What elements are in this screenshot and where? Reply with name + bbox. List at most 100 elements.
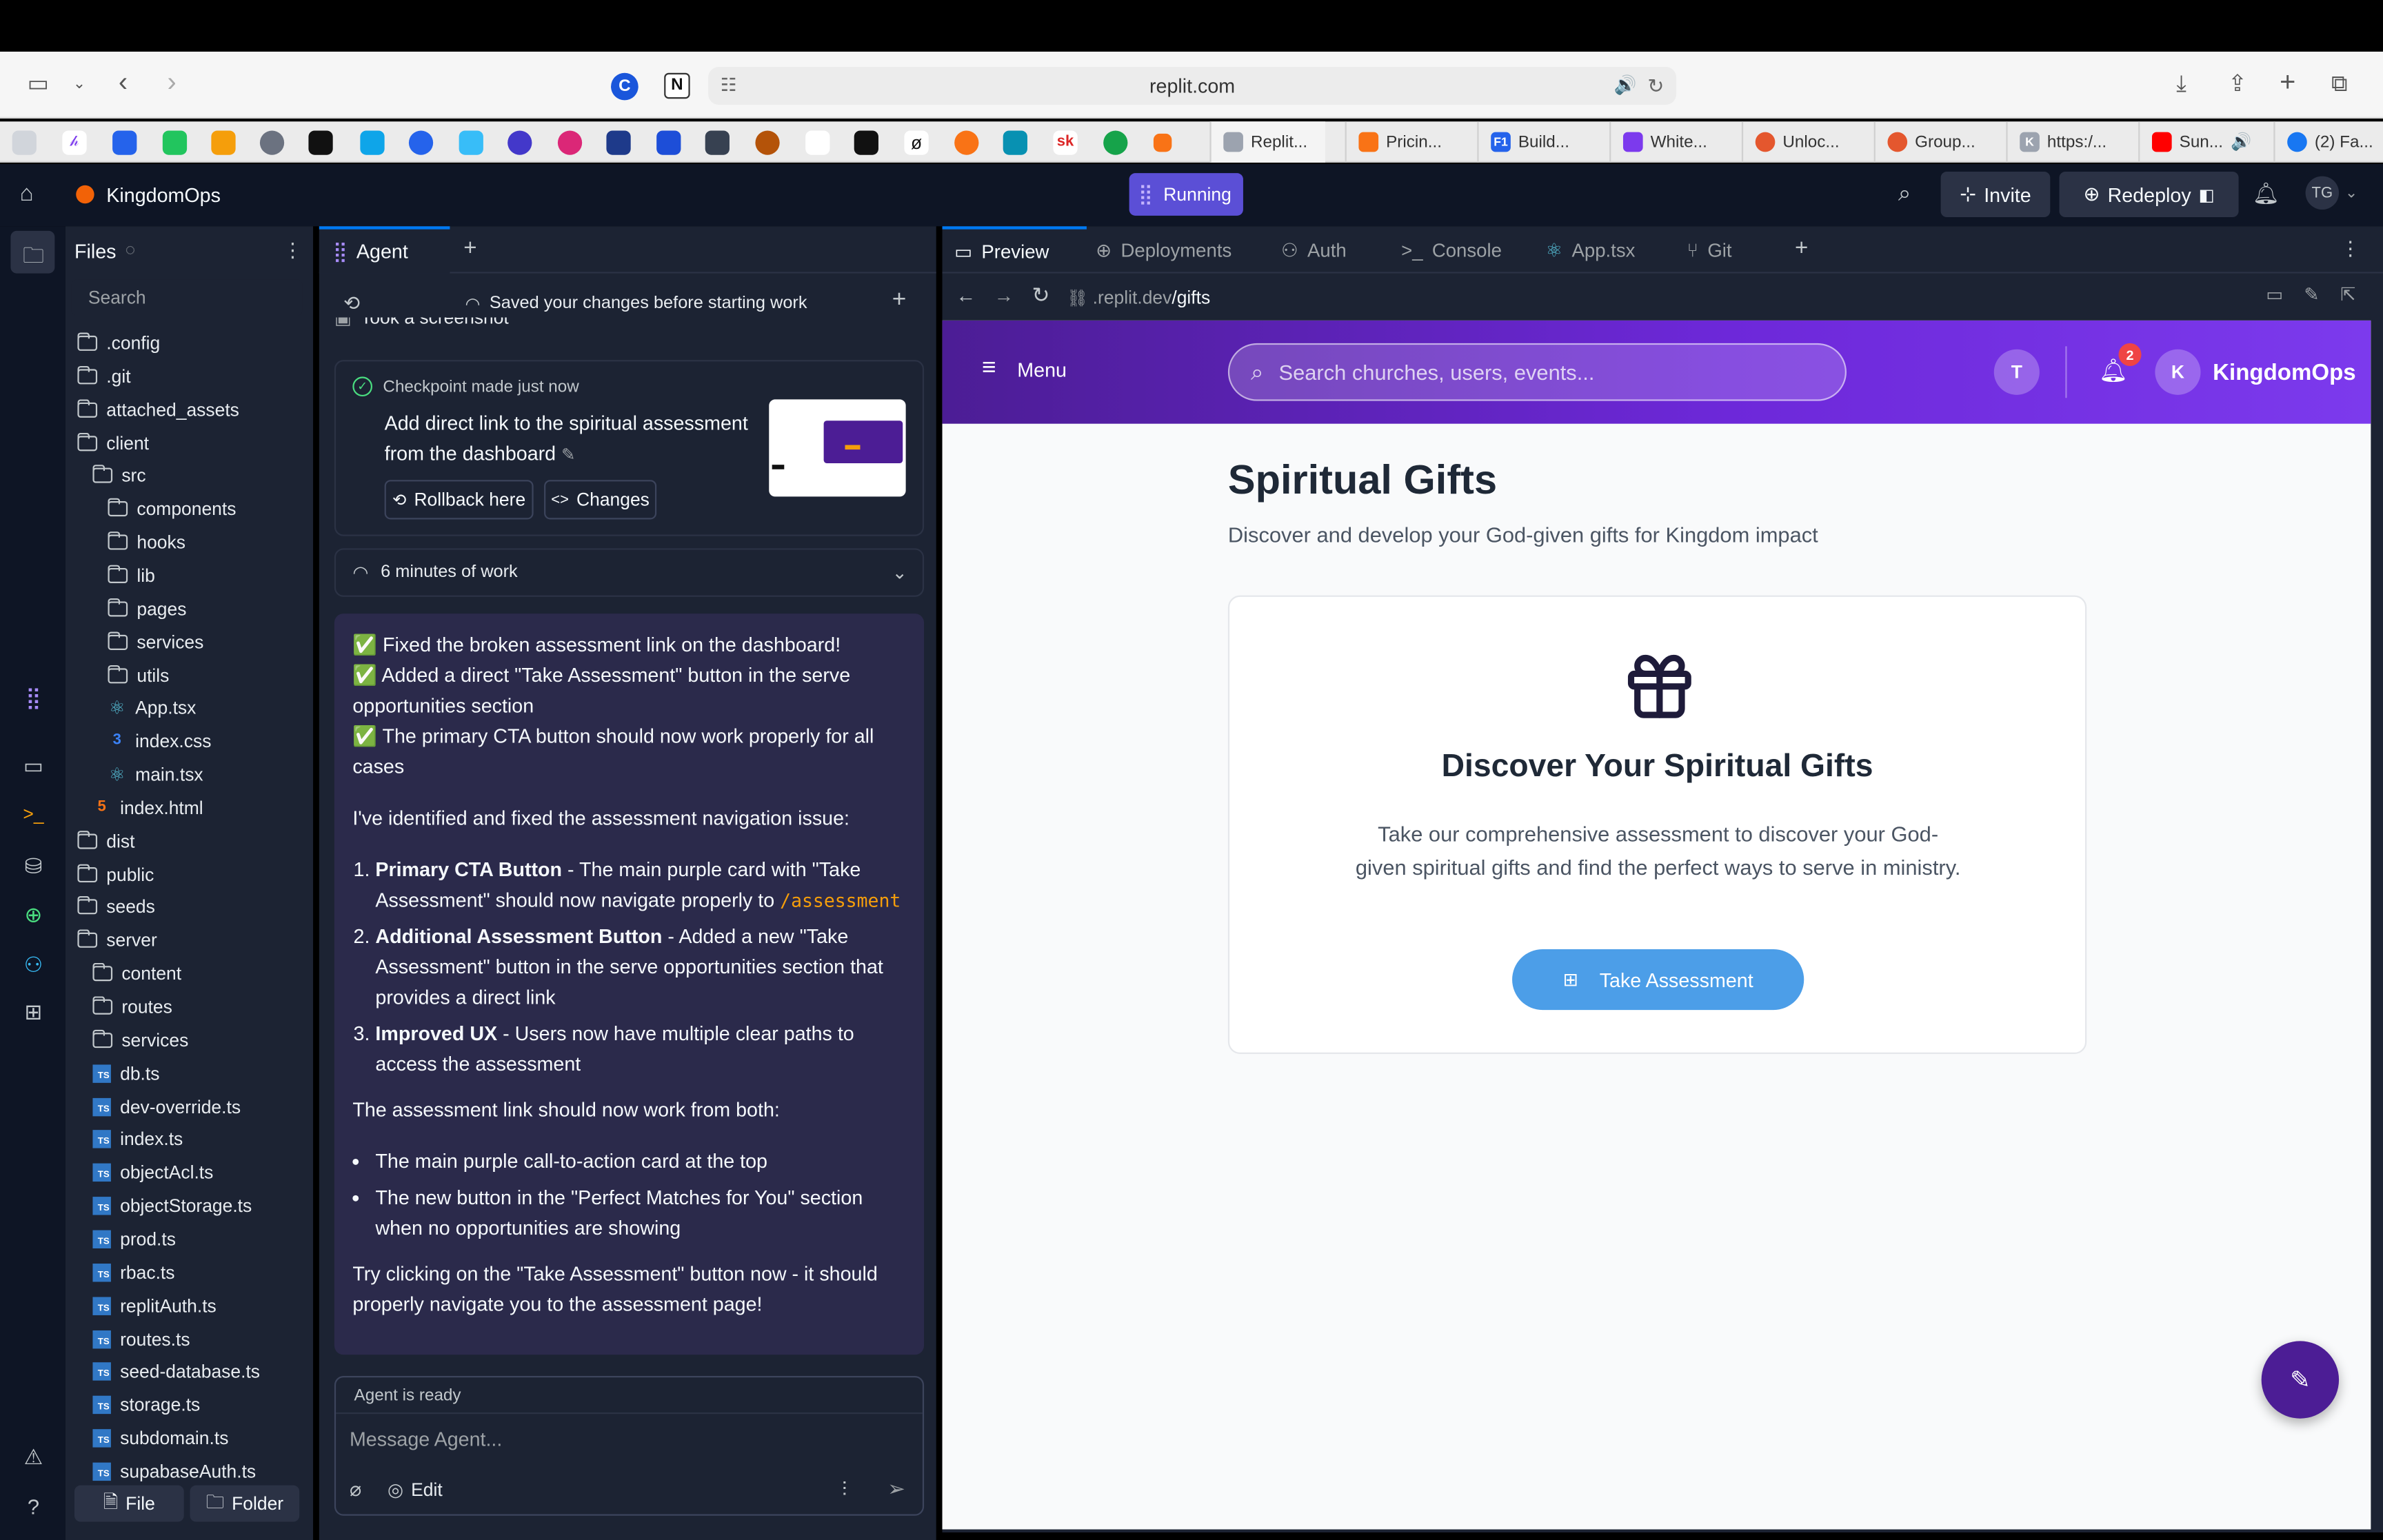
database-icon[interactable]: ⛁ — [18, 853, 48, 879]
tab-overview-icon[interactable]: ⧉ — [2331, 73, 2348, 96]
file-tree-item[interactable]: ⚛ App.tsx — [108, 693, 197, 723]
chevron-down-icon[interactable]: ⌄ — [73, 77, 86, 92]
browser-tab[interactable]: Replit... — [1209, 121, 1325, 163]
tab-preview[interactable]: ▭ Preview — [942, 226, 1087, 273]
file-tree-item[interactable]: TS subdomain.ts — [92, 1423, 228, 1453]
file-tree-item[interactable]: TS db.ts — [92, 1058, 159, 1088]
pin-tab-icon[interactable] — [705, 130, 730, 155]
file-tree-item[interactable]: TS storage.ts — [92, 1390, 200, 1420]
pin-tab-icon[interactable] — [507, 130, 532, 155]
file-tree-item[interactable]: services — [92, 1025, 188, 1055]
pin-tab-icon[interactable] — [408, 130, 434, 155]
users-icon[interactable]: ⚇ — [18, 952, 48, 977]
file-tree-item[interactable]: content — [92, 959, 181, 989]
take-assessment-button[interactable]: ⊞ Take Assessment — [1512, 949, 1804, 1011]
browser-tab[interactable]: White... — [1609, 121, 1725, 163]
pin-tab-icon[interactable] — [656, 130, 681, 155]
pin-tab-icon[interactable]: sk — [1053, 130, 1078, 155]
file-tree-item[interactable]: pages — [108, 594, 186, 624]
pin-tab-icon[interactable] — [606, 130, 631, 155]
notion-icon[interactable]: N — [664, 72, 690, 99]
pin-tab-icon[interactable] — [459, 130, 483, 155]
work-time-row[interactable]: ◠ 6 minutes of work ⌄ — [334, 548, 925, 597]
file-tree-item[interactable]: utils — [108, 660, 169, 690]
open-external-icon[interactable]: ⇱ — [2340, 284, 2355, 305]
address-bar[interactable]: ☷ replit.com 🔊 ↻ — [708, 66, 1677, 105]
pin-tab-icon[interactable] — [557, 130, 583, 155]
console-icon[interactable]: >_ — [18, 803, 48, 824]
file-tree-item[interactable]: dist — [77, 826, 134, 856]
pin-tab-icon[interactable] — [755, 130, 780, 155]
preview-url-input[interactable]: ⛓︎ .replit.dev/gifts — [1067, 283, 2252, 313]
back-icon[interactable]: ← — [956, 284, 976, 307]
file-tree-item[interactable]: hooks — [108, 527, 185, 558]
home-icon[interactable]: ⌂ — [20, 181, 34, 206]
agent-icon[interactable]: ⣿ — [18, 685, 48, 711]
new-tab-icon[interactable]: + — [463, 235, 476, 261]
file-tree-item[interactable]: client — [77, 427, 149, 458]
pin-tab-icon[interactable] — [1103, 130, 1128, 155]
back-icon[interactable]: ‹ — [119, 68, 128, 96]
file-tree-item[interactable]: TS index.ts — [92, 1124, 183, 1155]
file-tree-item[interactable]: lib — [108, 560, 155, 591]
file-tree-item[interactable]: TS supabaseAuth.ts — [92, 1457, 256, 1487]
edit-fab-button[interactable]: ✎ — [2261, 1341, 2340, 1419]
pin-tab-icon[interactable] — [1003, 130, 1027, 155]
deploy-icon[interactable]: ⊕ — [18, 902, 48, 928]
edit-mode-button[interactable]: ◎ Edit — [388, 1479, 443, 1501]
tab-deployments[interactable]: ⊕ Deployments — [1096, 226, 1231, 273]
browser-tab[interactable]: Khttps:/... — [2006, 121, 2122, 163]
new-tab-icon[interactable]: + — [2280, 68, 2295, 96]
pin-tab-icon[interactable]: ø — [904, 130, 929, 155]
file-tree-item[interactable]: attached_assets — [77, 394, 239, 425]
replit-icon[interactable] — [1153, 133, 1172, 152]
forward-icon[interactable]: › — [167, 68, 176, 96]
brand[interactable]: K KingdomOps — [2155, 349, 2356, 395]
user-avatar[interactable]: T — [1993, 349, 2040, 395]
file-tree-item[interactable]: 5 index.html — [92, 793, 203, 823]
file-tree-item[interactable]: components — [108, 494, 236, 525]
pin-tab-icon[interactable] — [112, 130, 137, 155]
file-tree-item[interactable]: seeds — [77, 892, 155, 922]
checkpoint-thumbnail[interactable] — [769, 399, 906, 497]
forward-icon[interactable]: → — [994, 284, 1014, 307]
pin-tab-icon[interactable] — [162, 130, 188, 155]
pin-tab-icon[interactable] — [259, 130, 285, 155]
alerts-icon[interactable]: ⚠︎ — [18, 1444, 48, 1470]
file-tree-item[interactable]: TS objectStorage.ts — [92, 1191, 252, 1221]
invite-button[interactable]: ⊹ Invite — [1940, 171, 2051, 218]
devtools-icon[interactable]: ✎ — [2304, 284, 2319, 305]
tab-git[interactable]: ⑂ Git — [1687, 226, 1732, 273]
file-tree-item[interactable]: TS routes.ts — [92, 1324, 190, 1354]
file-tree-item[interactable]: services — [108, 627, 203, 657]
downloads-icon[interactable]: ⤓ — [2176, 73, 2186, 96]
tab-console[interactable]: >_ Console — [1401, 226, 1502, 273]
file-tree-item[interactable]: 3 index.css — [108, 727, 212, 757]
help-icon[interactable]: ? — [18, 1495, 48, 1519]
file-tree-item[interactable]: TS seed-database.ts — [92, 1357, 260, 1387]
tab-app-tsx[interactable]: ⚛ App.tsx — [1546, 226, 1636, 273]
site-search-input[interactable]: ⌕ Search churches, users, events... — [1227, 343, 1847, 401]
extension-c-icon[interactable]: C — [611, 72, 639, 101]
file-tree-item[interactable]: .git — [77, 361, 131, 392]
file-tree-item[interactable]: TS replitAuth.ts — [92, 1290, 217, 1321]
new-tab-icon[interactable]: + — [1795, 235, 1808, 261]
pin-tab-icon[interactable] — [854, 130, 878, 155]
new-folder-button[interactable]: 🗀︎ Folder — [190, 1485, 300, 1522]
apple-icon[interactable] — [805, 130, 830, 155]
menu-button[interactable]: ≡ Menu — [982, 356, 1067, 383]
file-tree-item[interactable]: .config — [77, 328, 160, 358]
page-menu-icon[interactable]: ☷ — [721, 67, 737, 105]
files-search-input[interactable]: Search — [71, 279, 303, 316]
sidebar-toggle-icon[interactable]: ▭ — [28, 73, 49, 96]
send-icon[interactable]: ➢ — [887, 1476, 905, 1501]
file-tree-item[interactable]: TS prod.ts — [92, 1224, 176, 1255]
audio-icon[interactable]: 🔊 — [1614, 67, 1637, 105]
tab-auth[interactable]: ⚇ Auth — [1281, 226, 1347, 273]
pin-tab-icon[interactable]: 𝒽 — [62, 130, 87, 155]
pin-tab-icon[interactable] — [360, 130, 385, 155]
devices-icon[interactable]: ▭ — [2266, 284, 2283, 305]
project-name-button[interactable]: KingdomOps — [67, 178, 230, 211]
files-icon[interactable]: 🗀︎ — [18, 240, 48, 276]
kebab-menu-icon[interactable]: ⋮ — [2340, 237, 2360, 261]
